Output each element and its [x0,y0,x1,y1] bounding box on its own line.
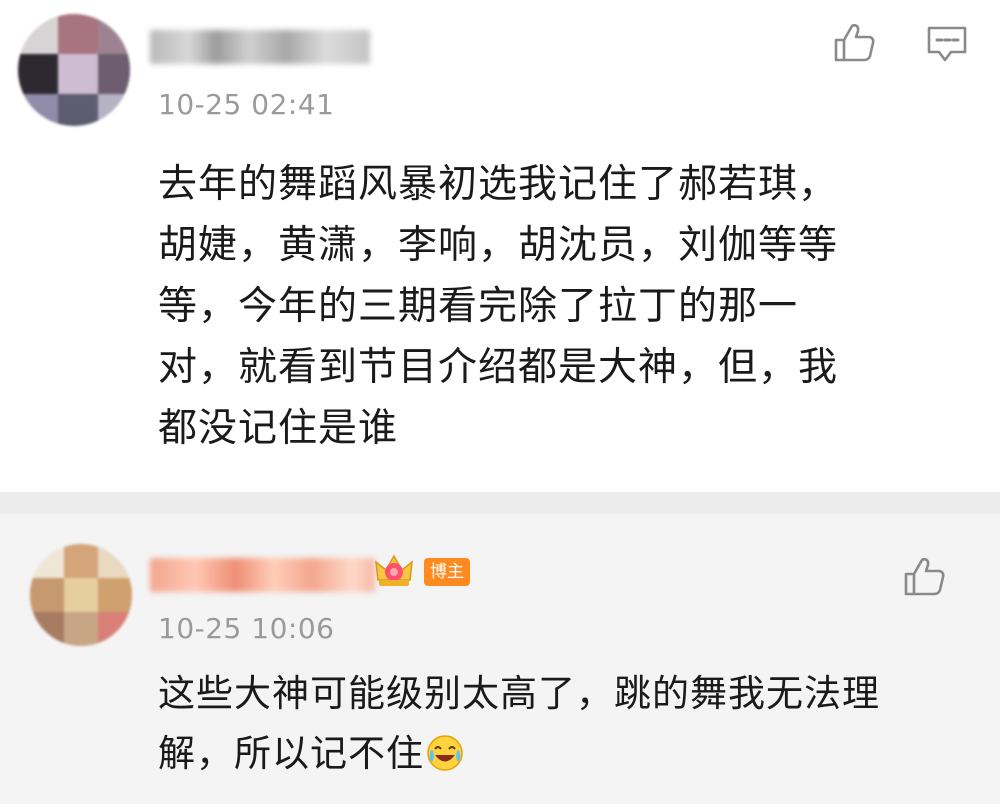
laugh-cry-emoji [426,730,464,790]
reply-card: 博主 10-25 10:06 这些大神可能级别太高了，跳的舞我无法理 解，所以记… [0,514,1000,804]
comment-line-text: 解，所以记不住 [158,732,424,775]
avatar[interactable] [18,14,130,126]
comment-line: 都没记住是谁 [158,406,399,451]
comment-text: 去年的舞蹈风暴初选我记住了郝若琪， 胡婕，黄潇，李响，胡沈员，刘伽等等 等，今年… [158,154,838,459]
host-badge: 博主 [424,558,470,586]
comment-time: 10-25 02:41 [158,88,335,121]
thumbs-up-icon[interactable] [832,20,876,64]
username-blurred[interactable] [150,558,375,592]
comment-line: 对，就看到节目介绍都是大神，但，我 [158,345,839,390]
comment-card: 10-25 02:41 去年的舞蹈风暴初选我记住了郝若琪， 胡婕，黄潇，李响，胡… [0,0,1000,492]
comment-time: 10-25 10:06 [158,612,335,645]
comment-line: 胡婕，黄潇，李响，胡沈员，刘伽等等 [158,223,839,268]
divider [0,492,1000,514]
thumbs-up-icon[interactable] [902,554,946,598]
crown-icon [372,550,416,596]
comment-line: 去年的舞蹈风暴初选我记住了郝若琪， [158,162,839,207]
username-blurred[interactable] [150,30,370,64]
reply-icon[interactable] [925,22,969,66]
comment-line: 解，所以记不住 [158,724,880,790]
comment-text: 这些大神可能级别太高了，跳的舞我无法理 解，所以记不住 [158,664,880,790]
avatar[interactable] [30,544,132,646]
comment-line: 这些大神可能级别太高了，跳的舞我无法理 [158,672,880,715]
comment-line: 等，今年的三期看完除了拉丁的那一 [158,284,799,329]
